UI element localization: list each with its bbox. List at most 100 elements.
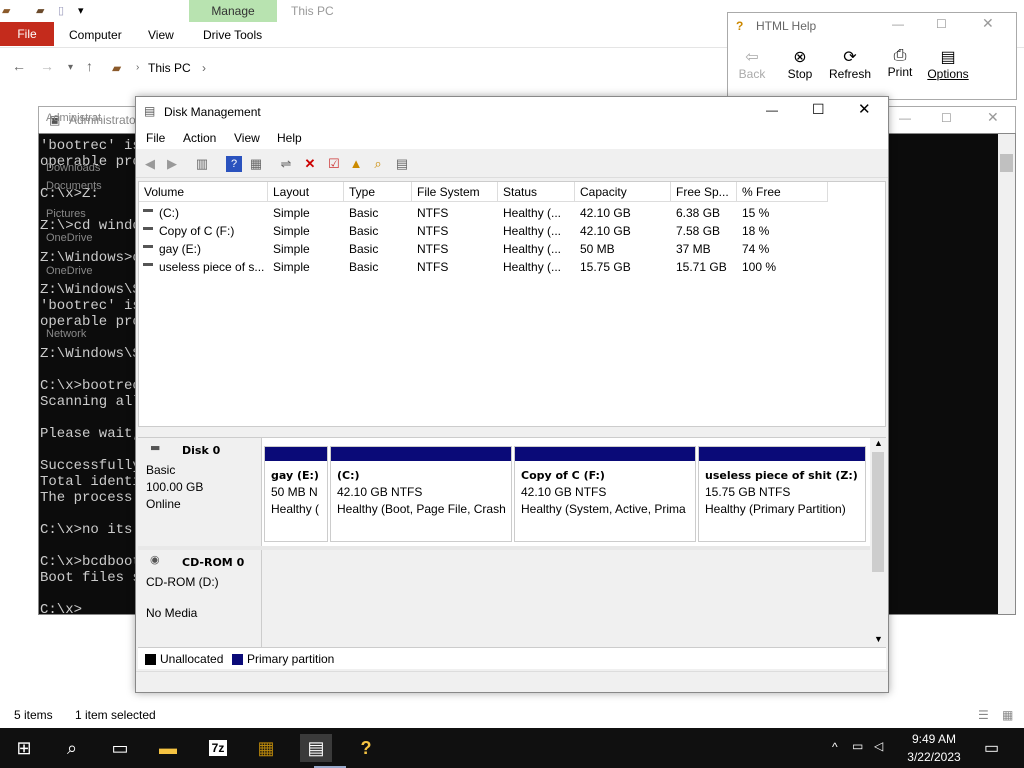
col-status[interactable]: Status <box>498 182 575 202</box>
partition-block[interactable]: gay (E:) 50 MB N Healthy ( <box>264 446 328 542</box>
clock-date: 3/22/2023 <box>907 750 961 764</box>
html-help-window[interactable]: ? HTML Help — ☐ ✕ ⇦ Back ⊗ Stop ⟳ Refresh ⎙… <box>727 12 1017 100</box>
col-capacity[interactable]: Capacity <box>575 182 671 202</box>
check-disk-icon[interactable]: ☑ <box>326 156 342 172</box>
cmd-scroll-thumb[interactable] <box>1000 154 1013 172</box>
start-button[interactable]: ⊞ <box>8 734 40 762</box>
volume-name-cell: gay (E:) <box>159 242 202 256</box>
properties-icon[interactable]: ▰ <box>36 4 44 17</box>
menu-help[interactable]: Help <box>277 131 302 145</box>
back-icon[interactable]: ◀ <box>142 156 158 172</box>
col-layout[interactable]: Layout <box>268 182 344 202</box>
tab-file[interactable]: File <box>0 22 54 46</box>
cmd-maximize-button[interactable]: ☐ <box>941 111 952 125</box>
partition-block[interactable]: (C:) 42.10 GB NTFS Healthy (Boot, Page Fil… <box>330 446 512 542</box>
disk-graph[interactable]: ▬ Disk 0 Basic 100.00 GB Online gay (E:)… <box>138 437 886 648</box>
partition-block[interactable]: useless piece of shit (Z:) 15.75 GB NTFS H… <box>698 446 866 542</box>
details-view-icon[interactable]: ☰ <box>978 708 989 722</box>
notifications-icon[interactable]: ▭ <box>984 738 999 758</box>
forward-icon[interactable]: ▶ <box>164 156 180 172</box>
dm-titlebar[interactable]: ▤ Disk Management — ☐ ✕ <box>136 97 888 127</box>
recent-locations-icon[interactable]: ▾ <box>68 62 73 73</box>
menu-action[interactable]: Action <box>183 131 216 145</box>
search-icon[interactable]: ⌕ <box>56 734 88 762</box>
table-cell: Healthy (... <box>503 224 562 238</box>
help-minimize-button[interactable]: — <box>892 17 904 31</box>
console-tree-icon[interactable]: ▥ <box>194 156 210 172</box>
table-cell: Healthy (... <box>503 242 562 256</box>
disk-management-icon[interactable]: ▤ <box>300 734 332 762</box>
file-explorer-icon[interactable]: ▬ <box>152 734 184 762</box>
col-file-system[interactable]: File System <box>412 182 498 202</box>
dm-minimize-button[interactable]: — <box>766 103 778 117</box>
html-help-icon[interactable]: ? <box>350 734 382 762</box>
help-maximize-button[interactable]: ☐ <box>936 17 947 31</box>
7zip-icon[interactable]: 7z <box>202 734 234 762</box>
help-close-button[interactable]: ✕ <box>982 15 994 32</box>
menu-view[interactable]: View <box>234 131 260 145</box>
help-stop-button[interactable]: ⊗ Stop <box>782 47 818 81</box>
manage-context-tab[interactable]: Manage <box>189 0 277 22</box>
properties-icon[interactable]: ▤ <box>394 156 410 172</box>
help-back-button[interactable]: ⇦ Back <box>734 47 770 81</box>
connect-icon[interactable]: ⇌ <box>278 156 294 172</box>
menu-file[interactable]: File <box>146 131 165 145</box>
cmd-close-button[interactable]: ✕ <box>987 109 999 126</box>
help-app-icon: ? <box>736 19 744 33</box>
breadcrumb-chevron-icon[interactable]: › <box>202 61 206 75</box>
back-arrow-icon[interactable]: ← <box>12 58 26 74</box>
cmd-scrollbar[interactable] <box>998 134 1015 614</box>
disk0-label[interactable]: ▬ Disk 0 Basic 100.00 GB Online <box>138 438 262 546</box>
nav-pane-item[interactable]: Administrat <box>46 112 101 124</box>
qat-dropdown-icon[interactable]: ▾ <box>78 4 84 17</box>
tab-view[interactable]: View <box>148 28 174 42</box>
nav-pane-item[interactable]: Downloads <box>46 162 100 174</box>
large-icons-view-icon[interactable]: ▦ <box>1002 708 1013 722</box>
tab-drive-tools[interactable]: Drive Tools <box>203 28 262 42</box>
scroll-up-icon[interactable]: ▲ <box>874 438 883 448</box>
show-hidden-icons-icon[interactable]: ^ <box>832 740 838 754</box>
action-pane-icon[interactable]: ▦ <box>248 156 264 172</box>
cdrom-label[interactable]: ◉ CD-ROM 0 CD-ROM (D:) No Media <box>138 550 262 648</box>
folder-up-icon[interactable]: ▲ <box>348 156 364 172</box>
nav-pane-item[interactable]: OneDrive <box>46 265 92 277</box>
disk-management-window[interactable]: ▤ Disk Management — ☐ ✕ File Action View… <box>135 96 889 693</box>
breadcrumb-this-pc[interactable]: This PC <box>148 61 191 75</box>
partition-block[interactable]: Copy of C (F:) 42.10 GB NTFS Healthy (Syst… <box>514 446 696 542</box>
cmd-minimize-button[interactable]: — <box>899 111 911 125</box>
search-folder-icon[interactable]: ⌕ <box>370 156 386 172</box>
col-type[interactable]: Type <box>344 182 412 202</box>
dm-maximize-button[interactable]: ☐ <box>812 101 825 118</box>
address-bar[interactable]: ▰ › This PC › <box>108 55 728 81</box>
nav-pane-item[interactable]: Pictures <box>46 208 86 220</box>
graph-scrollbar[interactable]: ▲ ▼ <box>870 438 886 648</box>
volume-muted-icon[interactable]: ◁ <box>874 739 883 753</box>
scroll-down-icon[interactable]: ▼ <box>874 634 883 644</box>
col-volume[interactable]: Volume <box>139 182 268 202</box>
cmd-line: Scanning all <box>40 394 141 410</box>
col-free-space[interactable]: Free Sp... <box>671 182 737 202</box>
nav-pane-item[interactable]: Network <box>46 328 86 340</box>
dm-close-button[interactable]: ✕ <box>858 100 871 118</box>
nav-pane-item[interactable]: OneDrive <box>46 232 92 244</box>
help-refresh-button[interactable]: ⟳ Refresh <box>828 47 872 81</box>
network-icon[interactable]: ▭ <box>852 739 863 753</box>
delete-icon[interactable]: ✕ <box>302 156 318 172</box>
help-print-button[interactable]: ⎙ Print <box>882 47 918 79</box>
clock[interactable]: 9:49 AM 3/22/2023 <box>896 732 972 764</box>
col-percent-free[interactable]: % Free <box>737 182 828 202</box>
forward-arrow-icon[interactable]: → <box>40 58 54 74</box>
new-folder-icon[interactable]: ▯ <box>58 4 64 17</box>
help-options-button[interactable]: ▤ Options <box>926 47 970 81</box>
graph-scroll-thumb[interactable] <box>872 452 884 572</box>
tab-computer[interactable]: Computer <box>69 28 122 42</box>
breadcrumb-chevron-icon[interactable]: › <box>136 55 139 81</box>
volume-list[interactable]: Volume Layout Type File System Status Ca… <box>138 181 886 427</box>
help-icon[interactable]: ? <box>226 156 242 172</box>
partition-size: 50 MB N <box>271 485 318 499</box>
task-view-icon[interactable]: ▭ <box>104 734 136 762</box>
nav-pane-item[interactable]: Documents <box>46 180 102 192</box>
table-cell: 7.58 GB <box>676 224 721 238</box>
up-arrow-icon[interactable]: ↑ <box>86 58 93 74</box>
winrar-icon[interactable]: ▦ <box>250 734 282 762</box>
